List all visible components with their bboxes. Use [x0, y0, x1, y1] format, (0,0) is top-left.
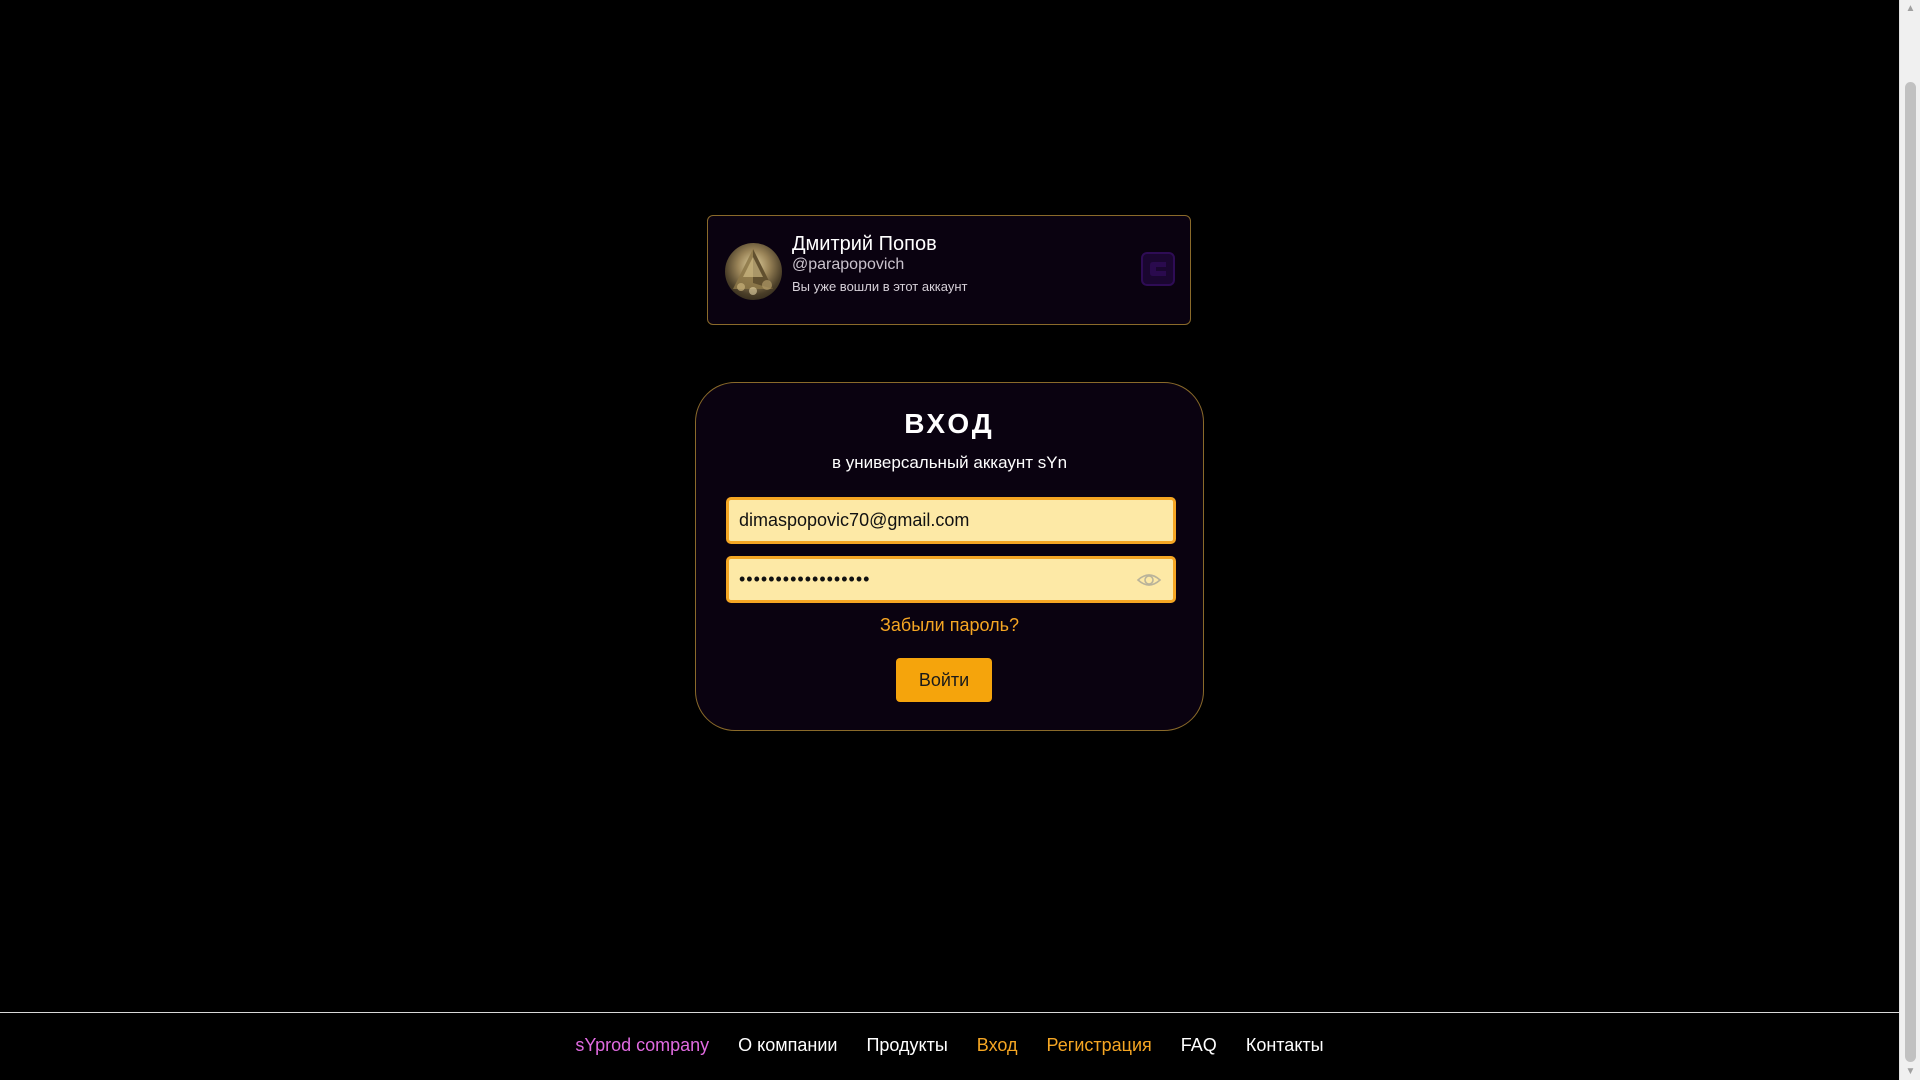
avatar — [725, 243, 782, 300]
login-title: ВХОД — [904, 408, 995, 439]
footer-link-products[interactable]: Продукты — [866, 1035, 947, 1056]
page-viewport: Дмитрий Попов @parapopovich Вы уже вошли… — [0, 0, 1899, 1080]
avatar-pyramid-image — [733, 249, 773, 295]
footer-nav: sYprod company О компании Продукты Вход … — [0, 1035, 1899, 1056]
signed-in-account-card[interactable]: Дмитрий Попов @parapopovich Вы уже вошли… — [707, 215, 1191, 325]
account-name: Дмитрий Попов — [792, 233, 937, 255]
scrollbar-thumb[interactable] — [1905, 82, 1916, 1062]
password-field[interactable] — [726, 556, 1176, 603]
footer-link-company[interactable]: sYprod company — [575, 1035, 709, 1056]
syn-logo-icon — [1141, 252, 1175, 286]
login-subtitle: в универсальный аккаунт sYn — [831, 453, 1068, 472]
vertical-scrollbar[interactable]: ▲ ▼ — [1899, 0, 1920, 1080]
footer-link-contacts[interactable]: Контакты — [1246, 1035, 1324, 1056]
scroll-down-arrow-icon[interactable]: ▼ — [1900, 1063, 1920, 1080]
login-form: ВХОД в универсальный аккаунт sYn Забыли … — [695, 382, 1204, 731]
footer-divider — [0, 1012, 1899, 1013]
footer-link-login[interactable]: Вход — [977, 1035, 1018, 1056]
login-button[interactable]: Войти — [896, 658, 992, 702]
scroll-up-arrow-icon[interactable]: ▲ — [1900, 0, 1920, 17]
account-status-text: Вы уже вошли в этот аккаунт — [792, 279, 968, 294]
eye-icon[interactable] — [1136, 569, 1162, 591]
forgot-password-link[interactable]: Забыли пароль? — [696, 615, 1203, 636]
footer-link-faq[interactable]: FAQ — [1181, 1035, 1217, 1056]
account-handle: @parapopovich — [792, 256, 905, 273]
footer-link-about[interactable]: О компании — [738, 1035, 837, 1056]
footer-link-register[interactable]: Регистрация — [1047, 1035, 1152, 1056]
email-field[interactable] — [726, 497, 1176, 544]
